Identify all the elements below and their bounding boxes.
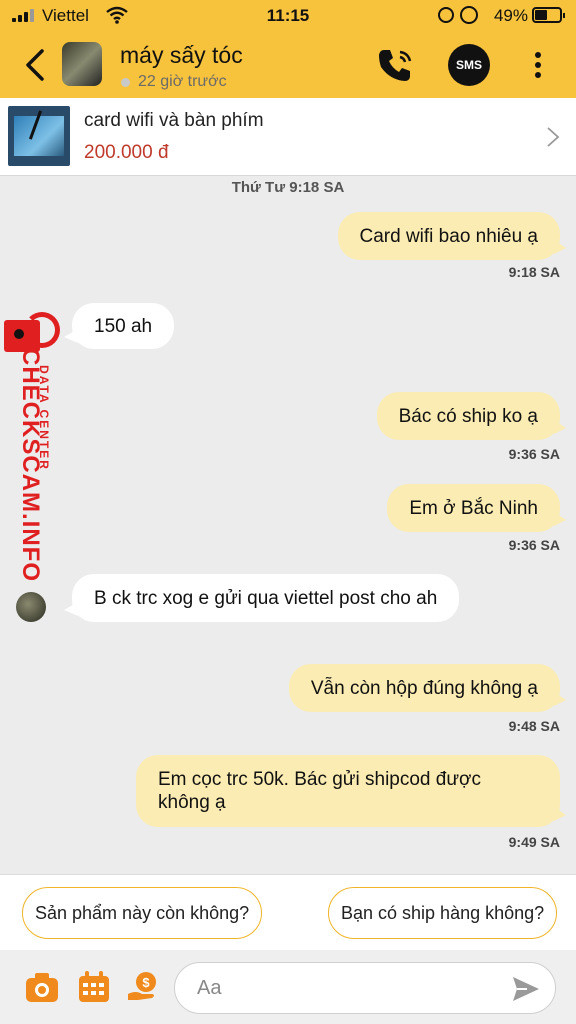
message-timestamp: 9:36 SA <box>508 537 560 553</box>
day-separator: Thứ Tư 9:18 SA <box>231 179 345 196</box>
product-card[interactable]: card wifi và bàn phím 200.000 đ <box>0 98 576 176</box>
presence-dot-icon <box>121 78 130 87</box>
message-composer: $ Aa <box>0 950 576 1024</box>
alarm-icon <box>460 6 478 24</box>
product-name: card wifi và bàn phím <box>84 110 264 131</box>
message-bubble-sent[interactable]: Bác có ship ko ạ <box>376 392 567 440</box>
status-bar: Viettel 11:15 49% <box>0 0 576 32</box>
message-timestamp: 9:48 SA <box>508 718 560 734</box>
send-icon[interactable] <box>511 975 541 1003</box>
battery-percent: 49% <box>493 6 528 25</box>
header-bar: Viettel 11:15 49% máy sấy tóc 22 giờ trư… <box>0 0 576 98</box>
phone-call-icon[interactable] <box>376 46 416 84</box>
chevron-right-icon[interactable] <box>546 126 560 148</box>
quick-reply-chip[interactable]: Sản phẩm này còn không? <box>22 887 263 939</box>
more-options-icon[interactable] <box>530 50 546 80</box>
quick-reply-chip[interactable]: Bạn có ship hàng không? <box>328 887 558 939</box>
svg-text:$: $ <box>142 975 150 990</box>
message-bubble-sent[interactable]: Em ở Bắc Ninh <box>387 484 566 532</box>
clock-time: 11:15 <box>266 6 310 25</box>
battery-icon <box>532 7 565 23</box>
contact-name[interactable]: máy sấy tóc <box>120 42 243 69</box>
message-bubble-sent[interactable]: Em cọc trc 50k. Bác gửi shipcod được khô… <box>136 755 566 827</box>
message-bubble-received[interactable]: B ck trc xog e gửi qua viettel post cho … <box>63 574 460 622</box>
calendar-icon[interactable] <box>76 970 112 1004</box>
message-timestamp: 9:18 SA <box>508 264 560 280</box>
product-price: 200.000 đ <box>84 142 169 163</box>
message-input[interactable]: Aa <box>174 962 556 1014</box>
product-thumbnail[interactable] <box>8 106 70 166</box>
last-seen-text: 22 giờ trước <box>138 73 227 90</box>
camera-icon[interactable] <box>24 970 60 1004</box>
contact-avatar[interactable] <box>62 42 102 86</box>
sms-button[interactable]: SMS <box>448 44 490 86</box>
watermark-subtitle: DATA CENTER <box>37 365 51 471</box>
message-bubble-sent[interactable]: Card wifi bao nhiêu ạ <box>337 212 566 260</box>
back-arrow-icon[interactable] <box>22 48 48 82</box>
payment-hand-icon[interactable]: $ <box>126 970 162 1004</box>
message-bubble-received[interactable]: 150 ah <box>63 303 175 349</box>
message-input-placeholder: Aa <box>197 977 222 999</box>
message-timestamp: 9:36 SA <box>508 446 560 462</box>
quick-replies-bar: Sản phẩm này còn không? Bạn có ship hàng… <box>0 874 576 950</box>
rotation-lock-icon <box>438 7 454 23</box>
message-timestamp: 9:49 SA <box>508 834 560 850</box>
sender-avatar[interactable] <box>16 592 46 622</box>
message-bubble-sent[interactable]: Vẫn còn hộp đúng không ạ <box>288 664 567 712</box>
